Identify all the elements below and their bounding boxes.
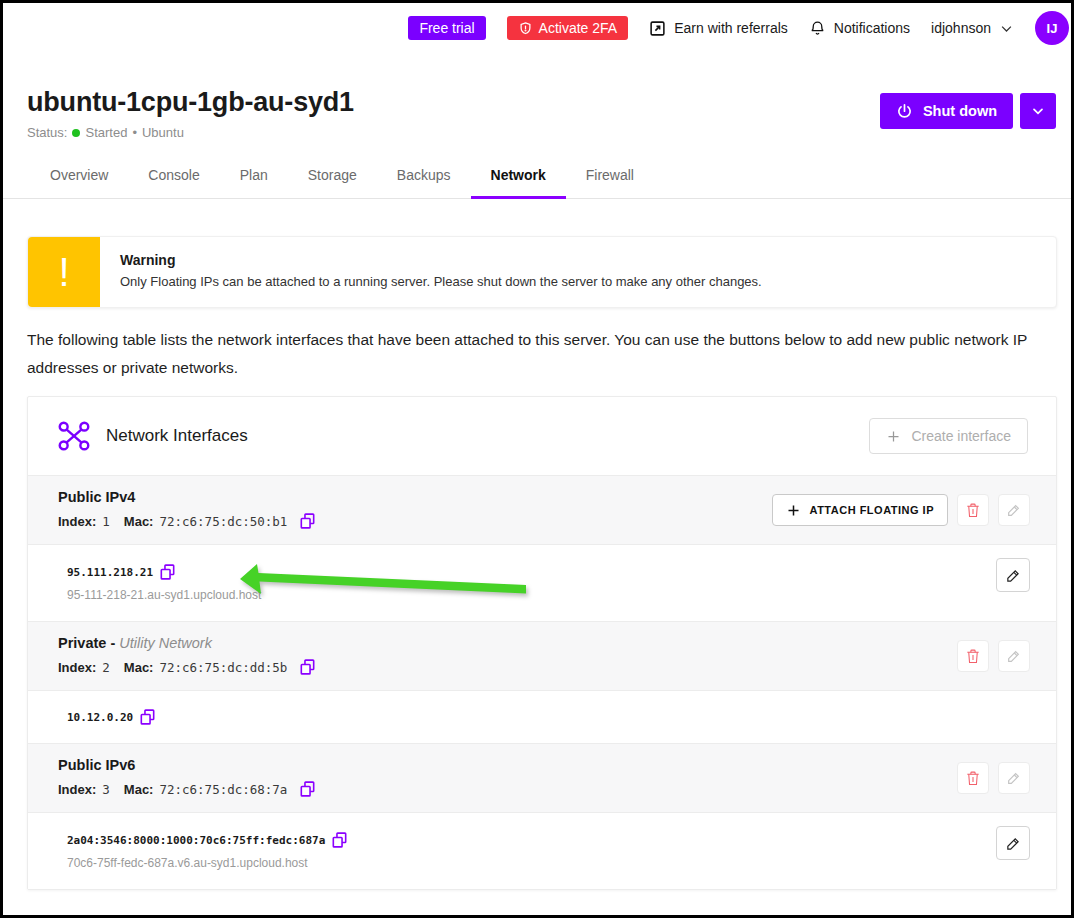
chevron-down-icon <box>999 21 1014 36</box>
pencil-icon <box>1005 567 1022 584</box>
shutdown-button[interactable]: Shut down <box>880 93 1013 129</box>
tabs: OverviewConsolePlanStorageBackupsNetwork… <box>3 154 1071 199</box>
copy-ip-button[interactable] <box>332 832 347 848</box>
edit-ip-button[interactable] <box>996 826 1030 860</box>
pencil-icon <box>1006 770 1022 786</box>
section-meta: Index:3 Mac:72:c6:75:dc:68:7a <box>58 781 957 797</box>
attach-floating-ip-button[interactable]: ATTACH FLOATING IP <box>772 494 948 526</box>
shield-exclamation-icon <box>518 21 533 36</box>
warning-banner: ! Warning Only Floating IPs can be attac… <box>27 236 1057 308</box>
delete-interface-button[interactable] <box>957 494 989 526</box>
tab-plan[interactable]: Plan <box>220 154 288 198</box>
trash-icon <box>965 648 981 665</box>
plus-icon <box>886 429 901 444</box>
topbar: Free trial Activate 2FA Earn with referr… <box>3 3 1071 53</box>
free-trial-badge[interactable]: Free trial <box>408 16 485 40</box>
section-header-private: Private - Utility Network Index:2 Mac:72… <box>28 621 1056 690</box>
create-interface-button[interactable]: Create interface <box>869 418 1028 454</box>
copy-ip-button[interactable] <box>160 564 175 580</box>
tab-network[interactable]: Network <box>471 154 566 198</box>
warning-title: Warning <box>120 252 762 268</box>
external-arrow-icon <box>649 20 666 37</box>
section-header-public-ipv4: Public IPv4 Index:1 Mac:72:c6:75:dc:50:b… <box>28 475 1056 544</box>
ip-address: 10.12.0.20 <box>67 711 133 724</box>
edit-ip-button[interactable] <box>996 558 1030 592</box>
pencil-icon <box>1005 835 1022 852</box>
trash-icon <box>965 770 981 787</box>
ip-hostname: 70c6-75ff-fedc-687a.v6.au-syd1.upcloud.h… <box>67 856 996 870</box>
earn-referrals-link[interactable]: Earn with referrals <box>649 20 788 37</box>
delete-interface-button[interactable] <box>957 640 989 672</box>
section-title: Public IPv4 <box>58 489 772 505</box>
bell-icon <box>809 20 826 37</box>
plus-icon <box>786 503 801 518</box>
section-meta: Index:1 Mac:72:c6:75:dc:50:b1 <box>58 513 772 529</box>
activate-2fa-badge[interactable]: Activate 2FA <box>507 16 629 40</box>
shutdown-dropdown-button[interactable] <box>1020 93 1056 129</box>
copy-mac-button[interactable] <box>300 659 315 675</box>
status-dot <box>72 129 80 137</box>
ip-address: 95.111.218.21 <box>67 566 153 579</box>
copy-mac-button[interactable] <box>300 781 315 797</box>
tab-firewall[interactable]: Firewall <box>566 154 654 198</box>
section-title: Public IPv6 <box>58 757 957 773</box>
tab-backups[interactable]: Backups <box>377 154 471 198</box>
user-menu[interactable]: idjohnson <box>931 20 1014 36</box>
copy-icon <box>332 832 347 848</box>
ip-row-public-ipv6: 2a04:3546:8000:1000:70c6:75ff:fedc:687a … <box>28 812 1056 889</box>
page-description: The following table lists the network in… <box>27 326 1039 382</box>
copy-icon <box>300 513 315 529</box>
status-line: Status: Started • Ubuntu <box>27 125 354 140</box>
delete-interface-button[interactable] <box>957 762 989 794</box>
section-title: Private - Utility Network <box>58 635 957 651</box>
ip-address: 2a04:3546:8000:1000:70c6:75ff:fedc:687a <box>67 834 325 847</box>
copy-mac-button[interactable] <box>300 513 315 529</box>
warning-message: Only Floating IPs can be attached to a r… <box>120 274 762 289</box>
edit-interface-button[interactable] <box>998 762 1030 794</box>
tab-console[interactable]: Console <box>128 154 219 198</box>
copy-ip-button[interactable] <box>140 709 155 725</box>
ip-row-private: 10.12.0.20 <box>28 690 1056 743</box>
avatar[interactable]: IJ <box>1035 11 1069 45</box>
page: Free trial Activate 2FA Earn with referr… <box>0 0 1074 918</box>
tab-storage[interactable]: Storage <box>288 154 377 198</box>
trash-icon <box>965 502 981 519</box>
card-title: Network Interfaces <box>106 426 869 446</box>
page-title: ubuntu-1cpu-1gb-au-syd1 <box>27 87 354 118</box>
copy-icon <box>160 564 175 580</box>
edit-interface-button[interactable] <box>998 640 1030 672</box>
section-header-public-ipv6: Public IPv6 Index:3 Mac:72:c6:75:dc:68:7… <box>28 743 1056 812</box>
chevron-down-icon <box>1030 103 1046 119</box>
copy-icon <box>300 659 315 675</box>
copy-icon <box>300 781 315 797</box>
tab-overview[interactable]: Overview <box>30 154 128 198</box>
network-interfaces-card: Network Interfaces Create interface Publ… <box>27 396 1057 890</box>
section-meta: Index:2 Mac:72:c6:75:dc:dd:5b <box>58 659 957 675</box>
ip-hostname: 95-111-218-21.au-syd1.upcloud.host <box>67 588 996 602</box>
edit-interface-button[interactable] <box>998 494 1030 526</box>
notifications-link[interactable]: Notifications <box>809 20 910 37</box>
pencil-icon <box>1006 502 1022 518</box>
warning-exclamation-icon: ! <box>28 237 100 307</box>
copy-icon <box>140 709 155 725</box>
ip-row-public-ipv4: 95.111.218.21 95-111-218-21.au-syd1.upcl… <box>28 544 1056 621</box>
network-icon <box>58 421 90 451</box>
pencil-icon <box>1006 648 1022 664</box>
power-icon <box>896 103 913 120</box>
